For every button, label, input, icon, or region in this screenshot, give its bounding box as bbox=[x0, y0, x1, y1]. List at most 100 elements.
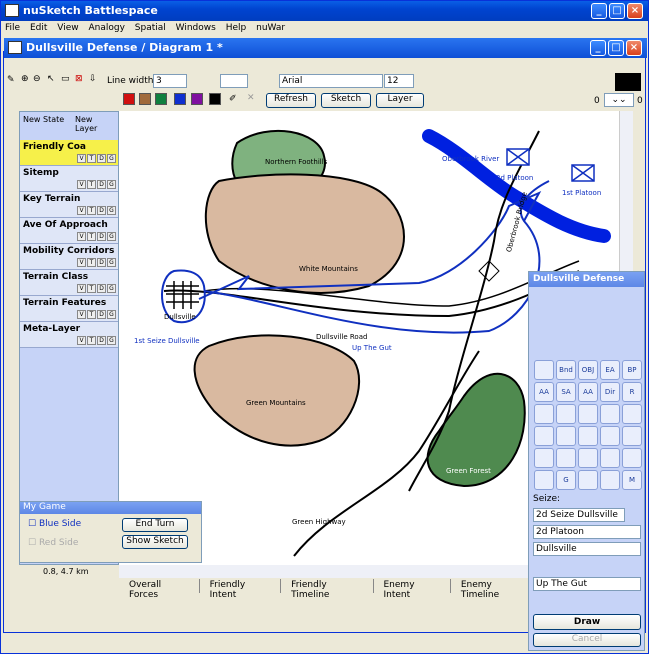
layer-toggle[interactable]: D bbox=[97, 310, 106, 319]
layer-toggle[interactable]: G bbox=[107, 206, 116, 215]
layer-toggle[interactable]: V bbox=[77, 206, 86, 215]
tab-overall-forces[interactable]: Overall Forces bbox=[119, 579, 200, 600]
pencil-icon[interactable]: ✎ bbox=[7, 75, 15, 85]
select-icon[interactable]: ↖ bbox=[47, 74, 55, 84]
glyph-button[interactable]: AA bbox=[578, 382, 598, 402]
layer-toggle[interactable]: D bbox=[97, 258, 106, 267]
doc-close-button[interactable]: × bbox=[626, 40, 642, 56]
glyph-button[interactable]: R bbox=[622, 382, 642, 402]
draw-button[interactable]: Draw bbox=[533, 614, 641, 630]
layer-toggle[interactable]: T bbox=[87, 206, 96, 215]
red-side-checkbox[interactable]: ☐ Red Side bbox=[28, 538, 78, 548]
doc-minimize-button[interactable]: _ bbox=[590, 40, 606, 56]
cancel-button[interactable]: Cancel bbox=[533, 633, 641, 647]
glyph-button[interactable]: Dir bbox=[600, 382, 620, 402]
layer-toggle[interactable]: D bbox=[97, 154, 106, 163]
glyph-button[interactable] bbox=[622, 448, 642, 468]
maximize-button[interactable]: □ bbox=[609, 3, 625, 19]
glyph-button[interactable] bbox=[578, 470, 598, 490]
color-purple[interactable] bbox=[191, 93, 203, 105]
glyph-button[interactable] bbox=[556, 448, 576, 468]
layer-toggle[interactable]: D bbox=[97, 336, 106, 345]
layer-toggle[interactable]: G bbox=[107, 154, 116, 163]
seize-name-field[interactable]: 2d Seize Dullsville bbox=[533, 508, 625, 522]
eyedropper-icon[interactable]: ✐ bbox=[229, 94, 237, 104]
menu-spatial[interactable]: Spatial bbox=[135, 23, 166, 33]
layer-toggle[interactable]: T bbox=[87, 336, 96, 345]
zoom-stepper[interactable]: ⌄⌄ bbox=[604, 93, 634, 107]
glyph-button[interactable] bbox=[578, 404, 598, 424]
glyph-button[interactable]: BP bbox=[622, 360, 642, 380]
glyph-button[interactable] bbox=[600, 470, 620, 490]
layer-toggle[interactable]: T bbox=[87, 180, 96, 189]
layer-item[interactable]: Key Terrain V T D G bbox=[20, 192, 118, 218]
glyph-button[interactable]: EA bbox=[600, 360, 620, 380]
style-select[interactable] bbox=[220, 74, 248, 88]
glyph-button[interactable] bbox=[534, 360, 554, 380]
menu-edit[interactable]: Edit bbox=[30, 23, 47, 33]
glyph-button[interactable] bbox=[578, 426, 598, 446]
tab-enemy-timeline[interactable]: Enemy Timeline bbox=[451, 579, 539, 600]
font-select[interactable]: Arial bbox=[279, 74, 383, 88]
layer-toggle[interactable]: G bbox=[107, 258, 116, 267]
glyph-button[interactable] bbox=[622, 404, 642, 424]
route-select[interactable]: Up The Gut bbox=[533, 577, 641, 591]
layer-toggle[interactable]: V bbox=[77, 258, 86, 267]
layer-toggle[interactable]: G bbox=[107, 310, 116, 319]
layer-toggle[interactable]: D bbox=[97, 180, 106, 189]
layer-toggle[interactable]: V bbox=[77, 180, 86, 189]
zoom-out-icon[interactable]: ⊖ bbox=[33, 74, 41, 84]
layer-toggle[interactable]: G bbox=[107, 232, 116, 241]
layer-item[interactable]: Mobility Corridors V T D G bbox=[20, 244, 118, 270]
layer-toggle[interactable]: T bbox=[87, 232, 96, 241]
minimize-button[interactable]: _ bbox=[591, 3, 607, 19]
layer-toggle[interactable]: V bbox=[77, 232, 86, 241]
layer-toggle[interactable]: D bbox=[97, 206, 106, 215]
glyph-button[interactable] bbox=[534, 426, 554, 446]
close-button[interactable]: × bbox=[627, 3, 643, 19]
arrow-down-icon[interactable]: ⇩ bbox=[89, 74, 97, 84]
glyph-button[interactable]: SA bbox=[556, 382, 576, 402]
layer-toggle[interactable]: G bbox=[107, 336, 116, 345]
target-select[interactable]: Dullsville bbox=[533, 542, 641, 556]
layer-toggle[interactable]: V bbox=[77, 310, 86, 319]
layer-item[interactable]: Terrain Features V T D G bbox=[20, 296, 118, 322]
refresh-button[interactable]: Refresh bbox=[266, 93, 316, 108]
glyph-button[interactable]: M bbox=[622, 470, 642, 490]
layer-toggle[interactable]: T bbox=[87, 258, 96, 267]
layer-toggle[interactable]: D bbox=[97, 232, 106, 241]
glyph-button[interactable]: G bbox=[556, 470, 576, 490]
glyph-button[interactable]: OBJ bbox=[578, 360, 598, 380]
layer-toggle[interactable]: D bbox=[97, 284, 106, 293]
blue-side-checkbox[interactable]: ☐ Blue Side bbox=[28, 519, 81, 529]
menu-nuwar[interactable]: nuWar bbox=[256, 23, 285, 33]
show-sketch-button[interactable]: Show Sketch bbox=[122, 535, 188, 549]
tab-friendly-timeline[interactable]: Friendly Timeline bbox=[281, 579, 374, 600]
doc-maximize-button[interactable]: □ bbox=[608, 40, 624, 56]
end-turn-button[interactable]: End Turn bbox=[122, 518, 188, 532]
glyph-button[interactable] bbox=[534, 448, 554, 468]
color-green[interactable] bbox=[155, 93, 167, 105]
layer-toggle[interactable]: T bbox=[87, 154, 96, 163]
layer-button[interactable]: Layer bbox=[376, 93, 424, 108]
current-color-swatch[interactable] bbox=[615, 73, 641, 91]
glyph-button[interactable] bbox=[600, 448, 620, 468]
rect-icon[interactable]: ▭ bbox=[61, 74, 70, 84]
layer-item[interactable]: Friendly Coa V T D G bbox=[20, 140, 118, 166]
menu-analogy[interactable]: Analogy bbox=[88, 23, 124, 33]
delete-icon[interactable]: ⊠ bbox=[75, 74, 83, 84]
menu-help[interactable]: Help bbox=[226, 23, 247, 33]
glyph-button[interactable] bbox=[622, 426, 642, 446]
menu-view[interactable]: View bbox=[57, 23, 78, 33]
menu-windows[interactable]: Windows bbox=[176, 23, 216, 33]
layer-toggle[interactable]: V bbox=[77, 336, 86, 345]
zoom-in-icon[interactable]: ⊕ bbox=[21, 74, 29, 84]
glyph-button[interactable] bbox=[556, 404, 576, 424]
glyph-button[interactable] bbox=[600, 404, 620, 424]
layer-item[interactable]: Sitemp V T D G bbox=[20, 166, 118, 192]
layer-toggle[interactable]: V bbox=[77, 284, 86, 293]
glyph-button[interactable] bbox=[534, 470, 554, 490]
layer-toggle[interactable]: V bbox=[77, 154, 86, 163]
tab-friendly-intent[interactable]: Friendly Intent bbox=[200, 579, 282, 600]
new-state-button[interactable]: New State bbox=[23, 115, 69, 124]
